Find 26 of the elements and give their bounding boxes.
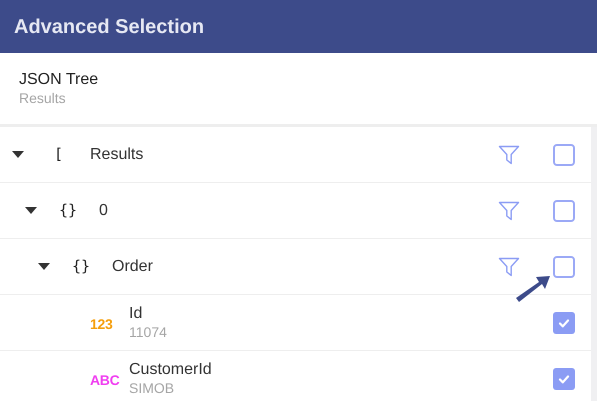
- field-value: SIMOB: [129, 380, 176, 398]
- checkbox[interactable]: [553, 144, 575, 166]
- filter-icon[interactable]: [498, 256, 520, 278]
- caret-icon[interactable]: [12, 150, 24, 158]
- panel-title: JSON Tree: [19, 70, 100, 90]
- filter-icon[interactable]: [498, 200, 520, 222]
- checkbox[interactable]: [553, 312, 575, 334]
- type-label: ABC: [90, 371, 120, 390]
- field-name: CustomerId: [129, 360, 212, 380]
- node-type-bracket: [: [54, 144, 64, 166]
- node-label: Order: [112, 256, 153, 276]
- field-name: Id: [129, 304, 144, 324]
- window-title: Advanced Selection: [14, 14, 204, 40]
- caret-icon[interactable]: [38, 262, 50, 270]
- field-value: 11074: [129, 324, 167, 342]
- checkbox[interactable]: [553, 200, 575, 222]
- node-type-bracket: {}: [72, 256, 92, 278]
- checkbox[interactable]: [553, 368, 575, 390]
- checkbox[interactable]: [553, 256, 575, 278]
- filter-icon[interactable]: [498, 144, 520, 166]
- type-label: 123: [90, 315, 112, 334]
- panel-subtitle: Results: [19, 90, 67, 108]
- node-type-bracket: {}: [59, 200, 78, 222]
- caret-icon[interactable]: [25, 206, 37, 214]
- node-label: 0: [99, 200, 108, 220]
- node-label: Results: [90, 144, 144, 164]
